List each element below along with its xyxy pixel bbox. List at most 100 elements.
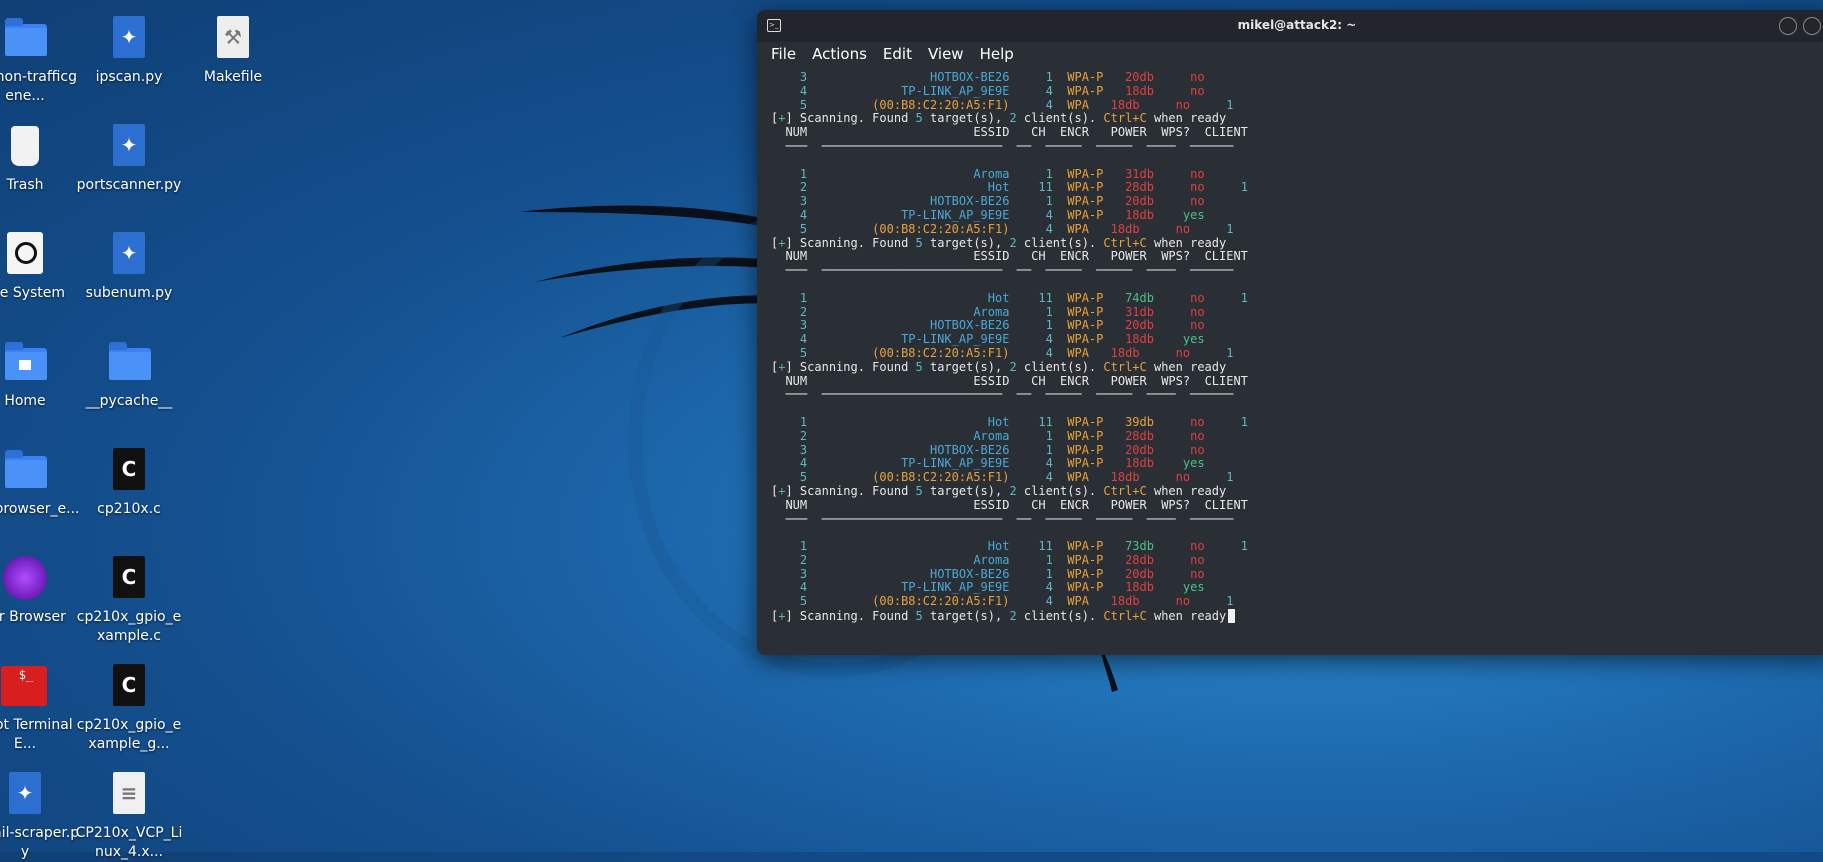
scan-result-row: 4 TP-LINK_AP_9E9E 4 WPA-P 18db no xyxy=(771,83,1823,99)
maximize-button[interactable] xyxy=(1803,17,1821,35)
desktop-icon-makefile[interactable]: ⚒ Makefile xyxy=(178,14,288,87)
target-count: 5 xyxy=(915,359,923,374)
terminal-output[interactable]: 3 HOTBOX-BE26 1 WPA-P 20db no 4 TP-LINK_… xyxy=(757,66,1823,624)
target-wps: no xyxy=(1190,83,1205,98)
target-client-count: 1 xyxy=(1240,290,1248,305)
target-wps: no xyxy=(1190,428,1205,443)
scan-text: target(s), xyxy=(922,609,1010,624)
terminal-titlebar[interactable]: >_ mikel@attack2: ~ xyxy=(757,10,1823,42)
desktop-icon-cp210x-c[interactable]: C cp210x.c xyxy=(74,446,184,519)
scan-result-row: 3 HOTBOX-BE26 1 WPA-P 20db no xyxy=(771,567,1823,582)
desktop-icon-cp210x-vcp-linux[interactable]: ≡ CP210x_VCP_Linux_4.x... xyxy=(74,770,184,862)
desktop-icon-root-terminal[interactable]: $_ Root Terminal E... xyxy=(0,662,80,754)
folder-icon xyxy=(1,446,49,494)
menu-help[interactable]: Help xyxy=(980,45,1014,63)
menu-file[interactable]: File xyxy=(771,45,796,63)
desktop-icon-ipscan[interactable]: ✦ ipscan.py xyxy=(74,14,184,87)
scan-text: target(s), xyxy=(922,111,1010,126)
desktop-icon-python-trafficgene[interactable]: python-trafficgene... xyxy=(0,14,80,106)
header-power: POWER xyxy=(1110,125,1147,140)
desktop-icon-trash[interactable]: Trash xyxy=(0,122,80,195)
scan-result-row: 2 Aroma 1 WPA-P 28db no xyxy=(771,428,1823,444)
target-power: 18db xyxy=(1125,580,1154,595)
menu-edit[interactable]: Edit xyxy=(883,45,912,63)
desktop-icon-subenum[interactable]: ✦ subenum.py xyxy=(74,230,184,303)
text-cursor xyxy=(1228,609,1236,624)
desktop-icon-portscanner[interactable]: ✦ portscanner.py xyxy=(74,122,184,195)
home-folder-icon xyxy=(1,338,49,386)
minimize-button[interactable] xyxy=(1779,17,1797,35)
python-file-icon: ✦ xyxy=(1,770,49,818)
target-encryption: WPA xyxy=(1067,594,1089,609)
desktop-icon-tor-browser-folder[interactable]: tor-browser_e... xyxy=(0,446,80,519)
target-encryption: WPA-P xyxy=(1067,180,1104,195)
desktop-icon-cp210x-gpio-example[interactable]: C cp210x_gpio_example.c xyxy=(74,554,184,646)
header-num: NUM xyxy=(785,373,808,388)
desktop-icon-email-scraper[interactable]: ✦ email-scraper.py xyxy=(0,770,80,862)
ctrl-c-hint: Ctrl+C xyxy=(1103,111,1147,126)
target-encryption: WPA-P xyxy=(1067,580,1104,595)
target-power: 18db xyxy=(1110,221,1140,236)
header-client: CLIENT xyxy=(1204,249,1248,264)
desktop-icon-file-system[interactable]: File System xyxy=(0,230,80,303)
target-channel: 4 xyxy=(1045,332,1053,347)
header-essid: ESSID xyxy=(973,249,1010,264)
header-channel: CH xyxy=(1031,249,1046,264)
table-header: NUM ESSID CH ENCR POWER WPS? CLIENT xyxy=(771,373,1823,389)
table-header-underline: ─── ───────────────────────── ── ───── ─… xyxy=(771,387,1823,402)
target-channel: 11 xyxy=(1038,414,1053,429)
menu-actions[interactable]: Actions xyxy=(812,45,867,63)
header-encryption: ENCR xyxy=(1060,249,1089,264)
target-power: 39db xyxy=(1125,414,1154,429)
desktop-icon-label: cp210x_gpio_example.c xyxy=(76,609,182,644)
target-wps: yes xyxy=(1182,332,1205,347)
target-power: 20db xyxy=(1125,318,1154,333)
header-client: CLIENT xyxy=(1204,497,1248,512)
scan-text: ] Scanning. Found xyxy=(785,235,916,250)
target-encryption: WPA xyxy=(1067,97,1089,112)
target-essid: Aroma xyxy=(973,428,1010,443)
desktop-icon-pycache[interactable]: __pycache__ xyxy=(74,338,184,411)
drive-icon xyxy=(1,230,49,278)
target-essid: Aroma xyxy=(973,304,1010,319)
desktop-icon-cp210x-gpio-example-g[interactable]: C cp210x_gpio_example_g... xyxy=(74,662,184,754)
trash-icon xyxy=(1,122,49,170)
scan-text: ] Scanning. Found xyxy=(785,483,916,498)
scan-result-row: 3 HOTBOX-BE26 1 WPA-P 20db no xyxy=(771,318,1823,333)
scan-text: target(s), xyxy=(922,483,1010,498)
desktop-icon-tor-browser[interactable]: Tor Browser xyxy=(0,554,80,627)
menu-view[interactable]: View xyxy=(928,45,964,63)
terminal-window[interactable]: >_ mikel@attack2: ~ File Actions Edit Vi… xyxy=(757,10,1823,655)
header-essid: ESSID xyxy=(973,497,1010,512)
target-encryption: WPA xyxy=(1067,345,1089,360)
desktop-icon-home[interactable]: Home xyxy=(0,338,80,411)
scan-result-row: 5 (00:B8:C2:20:A5:F1) 4 WPA 18db no 1 xyxy=(771,594,1823,609)
